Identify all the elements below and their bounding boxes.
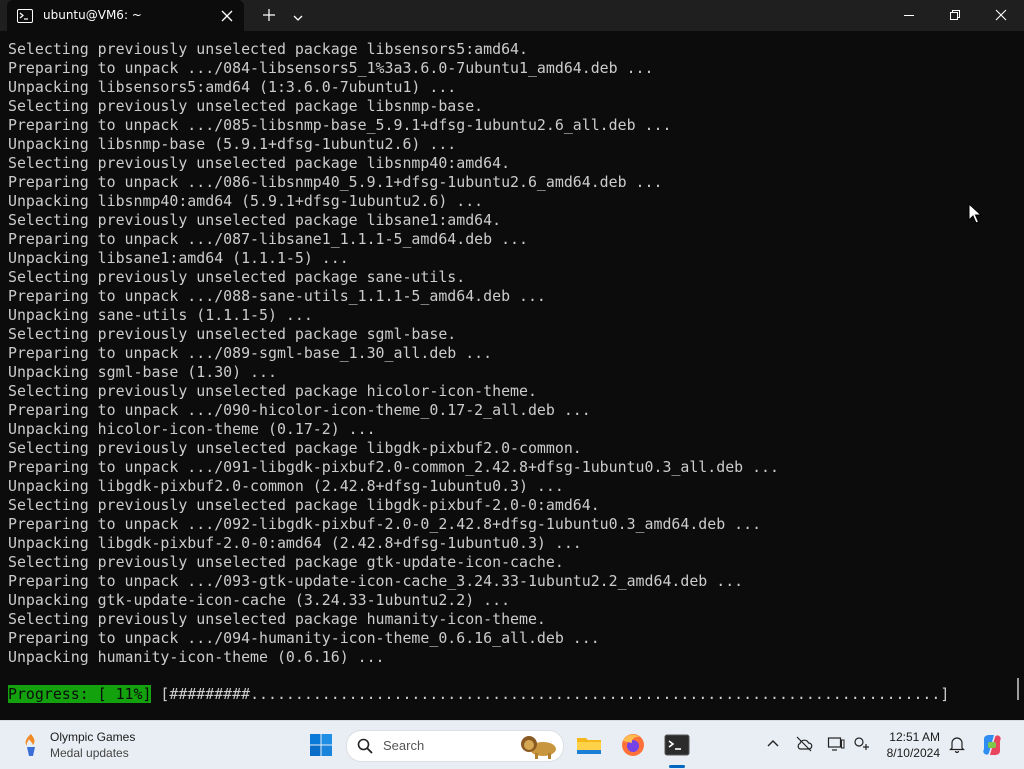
copilot-icon[interactable] xyxy=(980,733,1004,757)
terminal-line: Preparing to unpack .../088-sane-utils_1… xyxy=(8,287,546,305)
terminal-line: Unpacking libsane1:amd64 (1.1.1-5) ... xyxy=(8,249,349,267)
terminal-line: Preparing to unpack .../090-hicolor-icon… xyxy=(8,401,591,419)
tab-title: ubuntu@VM6: ~ xyxy=(43,8,142,22)
accessibility-icon[interactable] xyxy=(853,735,871,753)
terminal-line: Unpacking hicolor-icon-theme (0.17-2) ..… xyxy=(8,420,376,438)
terminal-line: Preparing to unpack .../092-libgdk-pixbu… xyxy=(8,515,762,533)
search-box[interactable]: Search xyxy=(346,730,564,762)
terminal-line: Unpacking gtk-update-icon-cache (3.24.33… xyxy=(8,591,511,609)
terminal-output[interactable]: Selecting previously unselected package … xyxy=(8,40,1008,720)
close-tab-icon[interactable] xyxy=(220,8,234,22)
terminal-line: Unpacking sane-utils (1.1.1-5) ... xyxy=(8,306,313,324)
display-icon[interactable] xyxy=(827,735,845,753)
new-tab-button[interactable] xyxy=(261,7,277,23)
torch-icon[interactable] xyxy=(20,733,42,757)
terminal-line: Preparing to unpack .../091-libgdk-pixbu… xyxy=(8,458,779,476)
progress-label: Progress: [ 11%] xyxy=(8,685,152,703)
terminal-line: Preparing to unpack .../084-libsensors5_… xyxy=(8,59,654,77)
terminal-line: Selecting previously unselected package … xyxy=(8,553,564,571)
clock-time[interactable]: 12:51 AM xyxy=(880,730,940,744)
title-bar: ubuntu@VM6: ~ xyxy=(0,0,1024,31)
progress-row: Progress: [ 11%] [#########.............… xyxy=(8,685,949,704)
file-explorer-icon[interactable] xyxy=(575,731,603,759)
search-placeholder: Search xyxy=(383,738,425,753)
minimize-icon xyxy=(904,15,914,16)
taskbar: Olympic Games Medal updates Search 12:51… xyxy=(0,720,1024,769)
widget-subtitle[interactable]: Medal updates xyxy=(50,746,129,760)
terminal-line: Unpacking libsnmp40:amd64 (5.9.1+dfsg-1u… xyxy=(8,192,484,210)
progress-bar: [#########..............................… xyxy=(151,685,950,703)
mouse-cursor-icon xyxy=(968,202,983,229)
bell-icon[interactable] xyxy=(948,735,966,754)
close-icon xyxy=(995,9,1007,21)
terminal-line: Preparing to unpack .../087-libsane1_1.1… xyxy=(8,230,528,248)
close-window-button[interactable] xyxy=(978,0,1024,31)
terminal-line: Preparing to unpack .../086-libsnmp40_5.… xyxy=(8,173,663,191)
terminal-line: Selecting previously unselected package … xyxy=(8,382,537,400)
terminal-icon xyxy=(17,8,33,23)
terminal-line: Unpacking humanity-icon-theme (0.6.16) .… xyxy=(8,648,385,666)
terminal-icon[interactable] xyxy=(663,731,691,759)
clock-date[interactable]: 8/10/2024 xyxy=(880,746,940,760)
terminal-line: Preparing to unpack .../085-libsnmp-base… xyxy=(8,116,672,134)
chevron-up-icon[interactable] xyxy=(764,735,782,753)
minimize-button[interactable] xyxy=(886,0,932,31)
restore-icon xyxy=(950,10,960,20)
terminal-line: Preparing to unpack .../093-gtk-update-i… xyxy=(8,572,744,590)
terminal-line: Selecting previously unselected package … xyxy=(8,97,484,115)
terminal-line: Unpacking libsnmp-base (5.9.1+dfsg-1ubun… xyxy=(8,135,457,153)
widget-title[interactable]: Olympic Games xyxy=(50,730,135,744)
windows-start-icon[interactable] xyxy=(309,733,333,757)
terminal-line: Unpacking libsensors5:amd64 (1:3.6.0-7ub… xyxy=(8,78,457,96)
firefox-icon[interactable] xyxy=(619,731,647,759)
terminal-line: Selecting previously unselected package … xyxy=(8,496,600,514)
cloud-offline-icon[interactable] xyxy=(795,735,813,753)
terminal-line: Unpacking libgdk-pixbuf2.0-common (2.42.… xyxy=(8,477,564,495)
tab-ubuntu[interactable]: ubuntu@VM6: ~ xyxy=(7,0,244,31)
terminal-line: Selecting previously unselected package … xyxy=(8,154,511,172)
terminal-line: Unpacking sgml-base (1.30) ... xyxy=(8,363,277,381)
restore-button[interactable] xyxy=(932,0,978,31)
search-icon xyxy=(357,738,373,754)
chevron-down-icon[interactable] xyxy=(291,9,305,21)
terminal-window: ubuntu@VM6: ~ Selecting previously unsel… xyxy=(0,0,1024,720)
lion-icon xyxy=(517,733,559,759)
terminal-line: Selecting previously unselected package … xyxy=(8,439,582,457)
terminal-line: Selecting previously unselected package … xyxy=(8,40,528,58)
scrollbar-thumb[interactable] xyxy=(1017,678,1019,700)
terminal-line: Preparing to unpack .../094-humanity-ico… xyxy=(8,629,600,647)
terminal-line: Selecting previously unselected package … xyxy=(8,211,502,229)
terminal-line: Selecting previously unselected package … xyxy=(8,325,457,343)
terminal-line: Selecting previously unselected package … xyxy=(8,268,466,286)
terminal-line: Unpacking libgdk-pixbuf-2.0-0:amd64 (2.4… xyxy=(8,534,582,552)
terminal-line: Preparing to unpack .../089-sgml-base_1.… xyxy=(8,344,493,362)
terminal-line: Selecting previously unselected package … xyxy=(8,610,546,628)
